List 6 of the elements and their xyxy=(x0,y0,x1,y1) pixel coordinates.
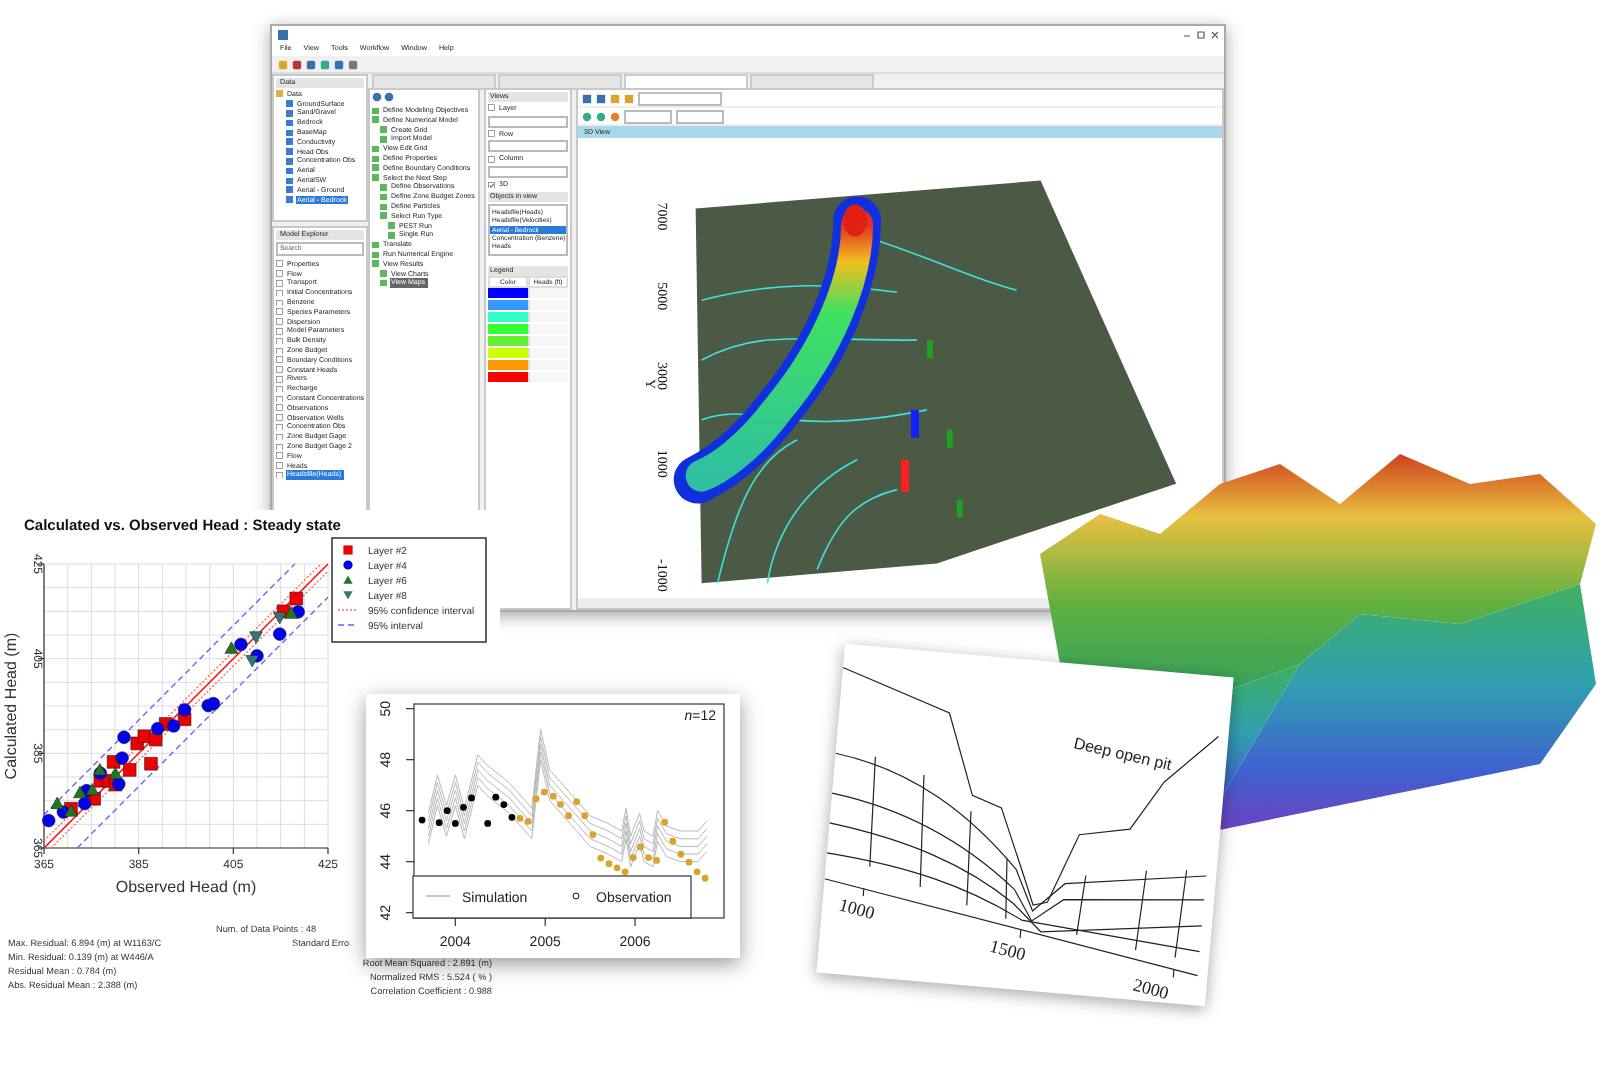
annotation-label: Deep open pit xyxy=(1072,734,1174,775)
y-axis-title: Calculated Head (m) xyxy=(2,632,20,780)
x-axis-title: Observed Head (m) xyxy=(115,878,257,896)
axis-tick-label: 1500 xyxy=(987,935,1028,965)
axis-tick-label: 1000 xyxy=(836,894,877,924)
axis-tick-label: 2000 xyxy=(1131,974,1171,1004)
